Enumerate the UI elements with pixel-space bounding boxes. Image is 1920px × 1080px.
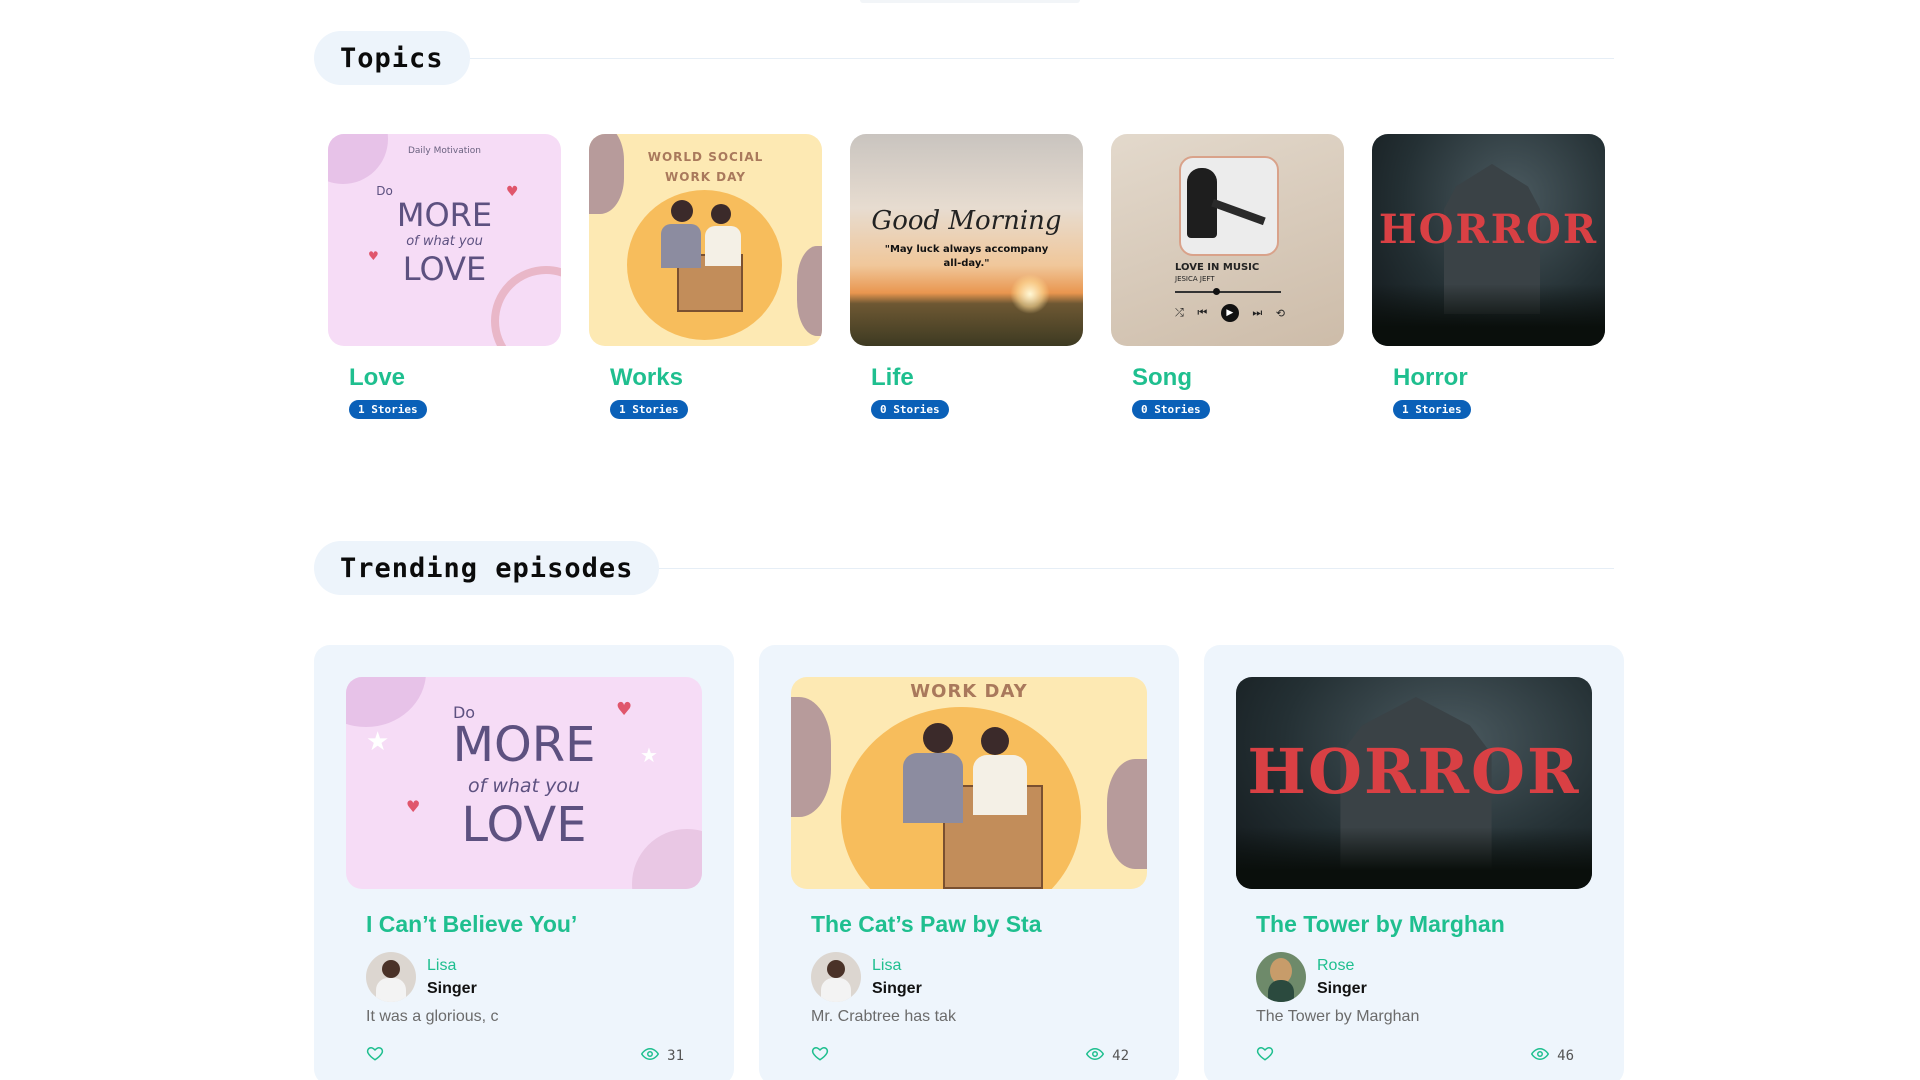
eye-icon bbox=[1086, 1047, 1105, 1065]
trending-title-pill: Trending episodes bbox=[314, 541, 660, 595]
heart-icon[interactable] bbox=[366, 1044, 384, 1067]
topic-thumbnail[interactable]: Good Morning "May luck always accompany … bbox=[850, 134, 1083, 346]
trending-header: Trending episodes bbox=[314, 541, 1614, 595]
heart-decoration-icon: ♥ bbox=[406, 797, 421, 816]
heart-icon[interactable] bbox=[1256, 1044, 1274, 1067]
views-counter: 31 bbox=[641, 1047, 684, 1065]
topic-name[interactable]: Song bbox=[1132, 364, 1344, 392]
views-counter: 42 bbox=[1086, 1047, 1129, 1065]
heart-decoration-icon: ♥ bbox=[368, 249, 379, 263]
episode-excerpt: It was a glorious, c bbox=[366, 1008, 499, 1025]
episode-excerpt: Mr. Crabtree has tak bbox=[811, 1008, 956, 1025]
header-divider bbox=[469, 57, 1614, 59]
topic-name[interactable]: Love bbox=[349, 364, 561, 392]
heart-decoration-icon: ♥ bbox=[506, 184, 519, 200]
views-count: 46 bbox=[1557, 1047, 1574, 1064]
shuffle-icon: ⤮ bbox=[1175, 306, 1184, 319]
author-role: Singer bbox=[1317, 979, 1367, 997]
play-icon: ▶ bbox=[1220, 304, 1239, 322]
topic-card-life[interactable]: Good Morning "May luck always accompany … bbox=[850, 134, 1083, 419]
topic-thumbnail[interactable]: WORLD SOCIAL WORK DAY bbox=[589, 134, 822, 346]
topic-card-horror[interactable]: HORROR Horror 1 Stories bbox=[1372, 134, 1605, 419]
avatar[interactable] bbox=[1256, 952, 1306, 1002]
star-decoration-icon: ★ bbox=[640, 743, 658, 767]
episode-thumbnail[interactable]: Do MORE of what you LOVE ♥ ♥ ★ ★ bbox=[346, 677, 702, 889]
episode-title[interactable]: The Cat’s Paw by Sta bbox=[811, 911, 1147, 938]
episode-card[interactable]: Do MORE of what you LOVE ♥ ♥ ★ ★ I Can’t… bbox=[314, 645, 734, 1080]
topic-thumbnail[interactable]: HORROR bbox=[1372, 134, 1605, 346]
episode-author[interactable]: Lisa Singer bbox=[366, 952, 702, 1002]
heart-decoration-icon: ♥ bbox=[616, 699, 633, 720]
episode-thumbnail[interactable]: HORROR bbox=[1236, 677, 1592, 889]
topic-name[interactable]: Works bbox=[610, 364, 822, 392]
avatar[interactable] bbox=[811, 952, 861, 1002]
topic-thumbnail[interactable]: Daily Motivation Do MORE of what you LOV… bbox=[328, 134, 561, 346]
trending-title: Trending episodes bbox=[340, 552, 634, 584]
author-name[interactable]: Lisa bbox=[427, 957, 477, 975]
episode-author[interactable]: Lisa Singer bbox=[811, 952, 1147, 1002]
previous-icon: ⏮ bbox=[1197, 306, 1208, 319]
author-role: Singer bbox=[427, 979, 477, 997]
author-name[interactable]: Lisa bbox=[872, 957, 922, 975]
topic-card-song[interactable]: LOVE IN MUSIC JESICA JEFT ⤮ ⏮ ▶ ⏭ ⟲ Song… bbox=[1111, 134, 1344, 419]
topics-title: Topics bbox=[340, 42, 444, 74]
topic-name[interactable]: Horror bbox=[1393, 364, 1605, 392]
topics-header: Topics bbox=[314, 31, 1614, 85]
author-name[interactable]: Rose bbox=[1317, 957, 1367, 975]
stories-count-badge: 1 Stories bbox=[349, 400, 427, 419]
episode-author[interactable]: Rose Singer bbox=[1256, 952, 1592, 1002]
heart-icon[interactable] bbox=[811, 1044, 829, 1067]
episode-thumbnail[interactable]: WORK DAY bbox=[791, 677, 1147, 889]
player-controls: ⤮ ⏮ ▶ ⏭ ⟲ bbox=[1175, 304, 1285, 322]
eye-icon bbox=[1531, 1047, 1550, 1065]
episode-excerpt: The Tower by Marghan bbox=[1256, 1008, 1420, 1025]
episode-card[interactable]: WORK DAY The Cat’s Paw by Sta Lisa Singe… bbox=[759, 645, 1179, 1080]
episode-card[interactable]: HORROR The Tower by Marghan Rose Singer … bbox=[1204, 645, 1624, 1080]
topics-list: Daily Motivation Do MORE of what you LOV… bbox=[328, 134, 1605, 419]
views-count: 42 bbox=[1112, 1047, 1129, 1064]
episode-title[interactable]: I Can’t Believe You’ bbox=[366, 911, 702, 938]
author-role: Singer bbox=[872, 979, 922, 997]
episode-title[interactable]: The Tower by Marghan bbox=[1256, 911, 1592, 938]
views-counter: 46 bbox=[1531, 1047, 1574, 1065]
star-decoration-icon: ★ bbox=[366, 727, 390, 757]
next-icon: ⏭ bbox=[1252, 306, 1263, 319]
topic-card-works[interactable]: WORLD SOCIAL WORK DAY Works 1 Stories bbox=[589, 134, 822, 419]
stories-count-badge: 0 Stories bbox=[1132, 400, 1210, 419]
topic-thumbnail[interactable]: LOVE IN MUSIC JESICA JEFT ⤮ ⏮ ▶ ⏭ ⟲ bbox=[1111, 134, 1344, 346]
avatar[interactable] bbox=[366, 952, 416, 1002]
stories-count-badge: 1 Stories bbox=[610, 400, 688, 419]
header-divider bbox=[659, 567, 1614, 569]
views-count: 31 bbox=[667, 1047, 684, 1064]
trending-episodes-list: Do MORE of what you LOVE ♥ ♥ ★ ★ I Can’t… bbox=[314, 645, 1624, 1080]
repeat-icon: ⟲ bbox=[1275, 306, 1285, 320]
topics-title-pill: Topics bbox=[314, 31, 470, 85]
topic-name[interactable]: Life bbox=[871, 364, 1083, 392]
top-edge-remnant bbox=[860, 0, 1080, 3]
topic-card-love[interactable]: Daily Motivation Do MORE of what you LOV… bbox=[328, 134, 561, 419]
eye-icon bbox=[641, 1047, 660, 1065]
stories-count-badge: 1 Stories bbox=[1393, 400, 1471, 419]
stories-count-badge: 0 Stories bbox=[871, 400, 949, 419]
